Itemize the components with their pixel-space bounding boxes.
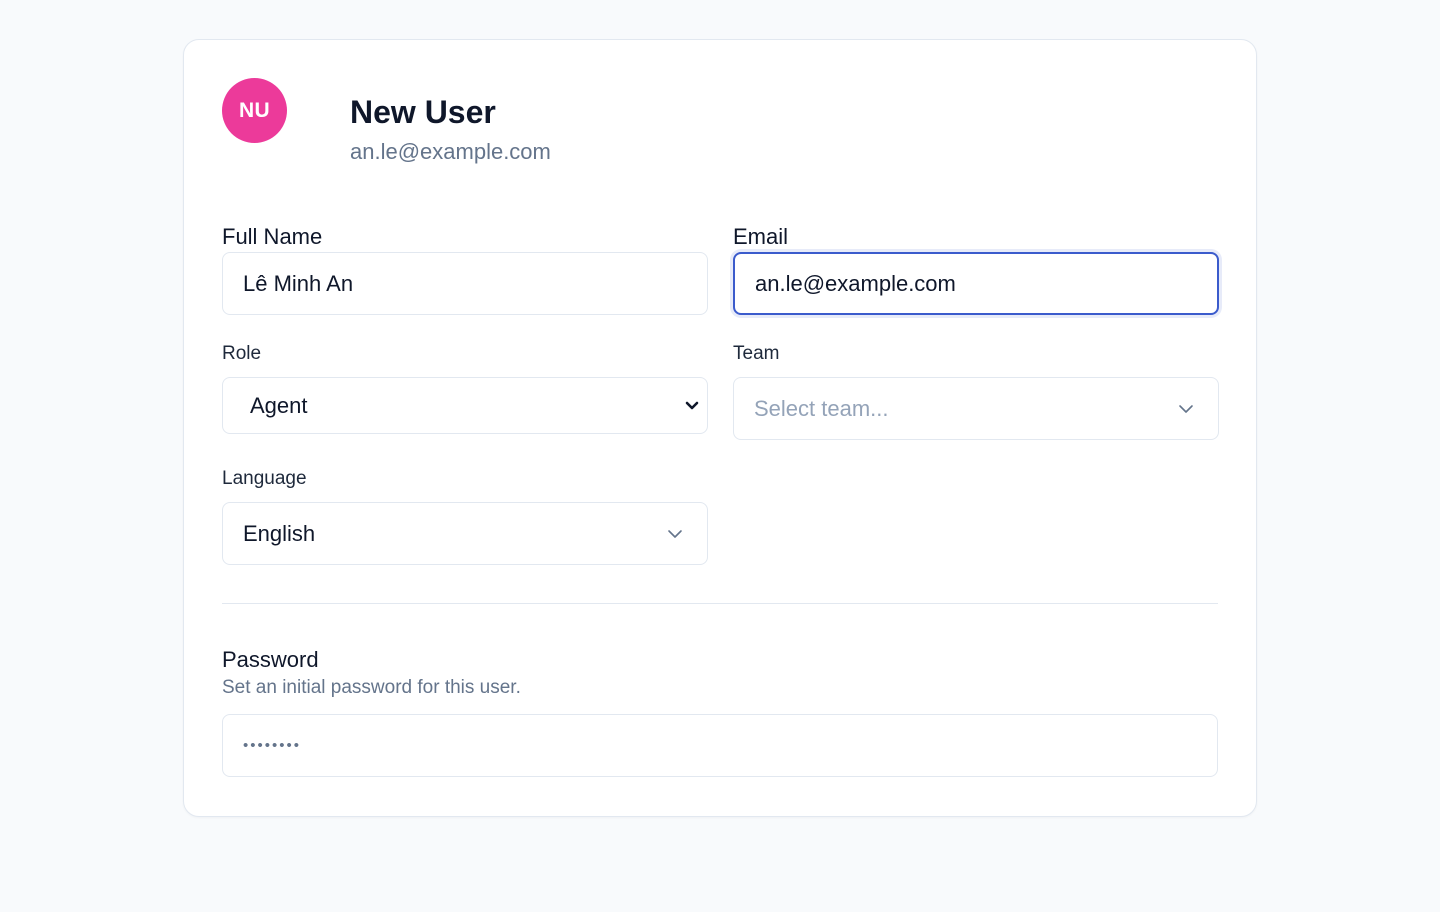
role-label: Role: [222, 343, 262, 364]
password-title: Password: [222, 647, 319, 672]
language-select[interactable]: English: [222, 502, 708, 565]
password-input[interactable]: ••••••••: [222, 714, 1218, 777]
full-name-input[interactable]: Lê Minh An: [222, 252, 708, 315]
chevron-down-icon: [668, 529, 682, 538]
section-divider: [222, 603, 1218, 604]
password-help-text: Set an initial password for this user.: [222, 677, 521, 698]
role-select[interactable]: Agent: [222, 377, 708, 434]
full-name-value: Lê Minh An: [243, 270, 354, 296]
team-select[interactable]: Select team...: [733, 377, 1219, 440]
team-label: Team: [733, 343, 780, 364]
user-email-subtitle: an.le@example.com: [350, 139, 551, 164]
email-input[interactable]: an.le@example.com: [733, 252, 1219, 315]
email-label: Email: [733, 224, 789, 249]
new-user-card: NU New User an.le@example.com Full Name …: [183, 39, 1257, 817]
avatar-initials: NU: [239, 98, 270, 122]
language-label: Language: [222, 468, 307, 489]
team-placeholder: Select team...: [754, 395, 889, 421]
language-value: English: [243, 520, 316, 546]
page-title: New User: [350, 94, 496, 130]
avatar: NU: [222, 78, 287, 143]
chevron-down-icon: [1179, 404, 1193, 413]
chevron-down-icon: [685, 401, 699, 409]
email-value: an.le@example.com: [755, 270, 956, 296]
password-masked-value: ••••••••: [243, 737, 302, 754]
full-name-label: Full Name: [222, 224, 323, 249]
role-value: Agent: [250, 392, 308, 418]
